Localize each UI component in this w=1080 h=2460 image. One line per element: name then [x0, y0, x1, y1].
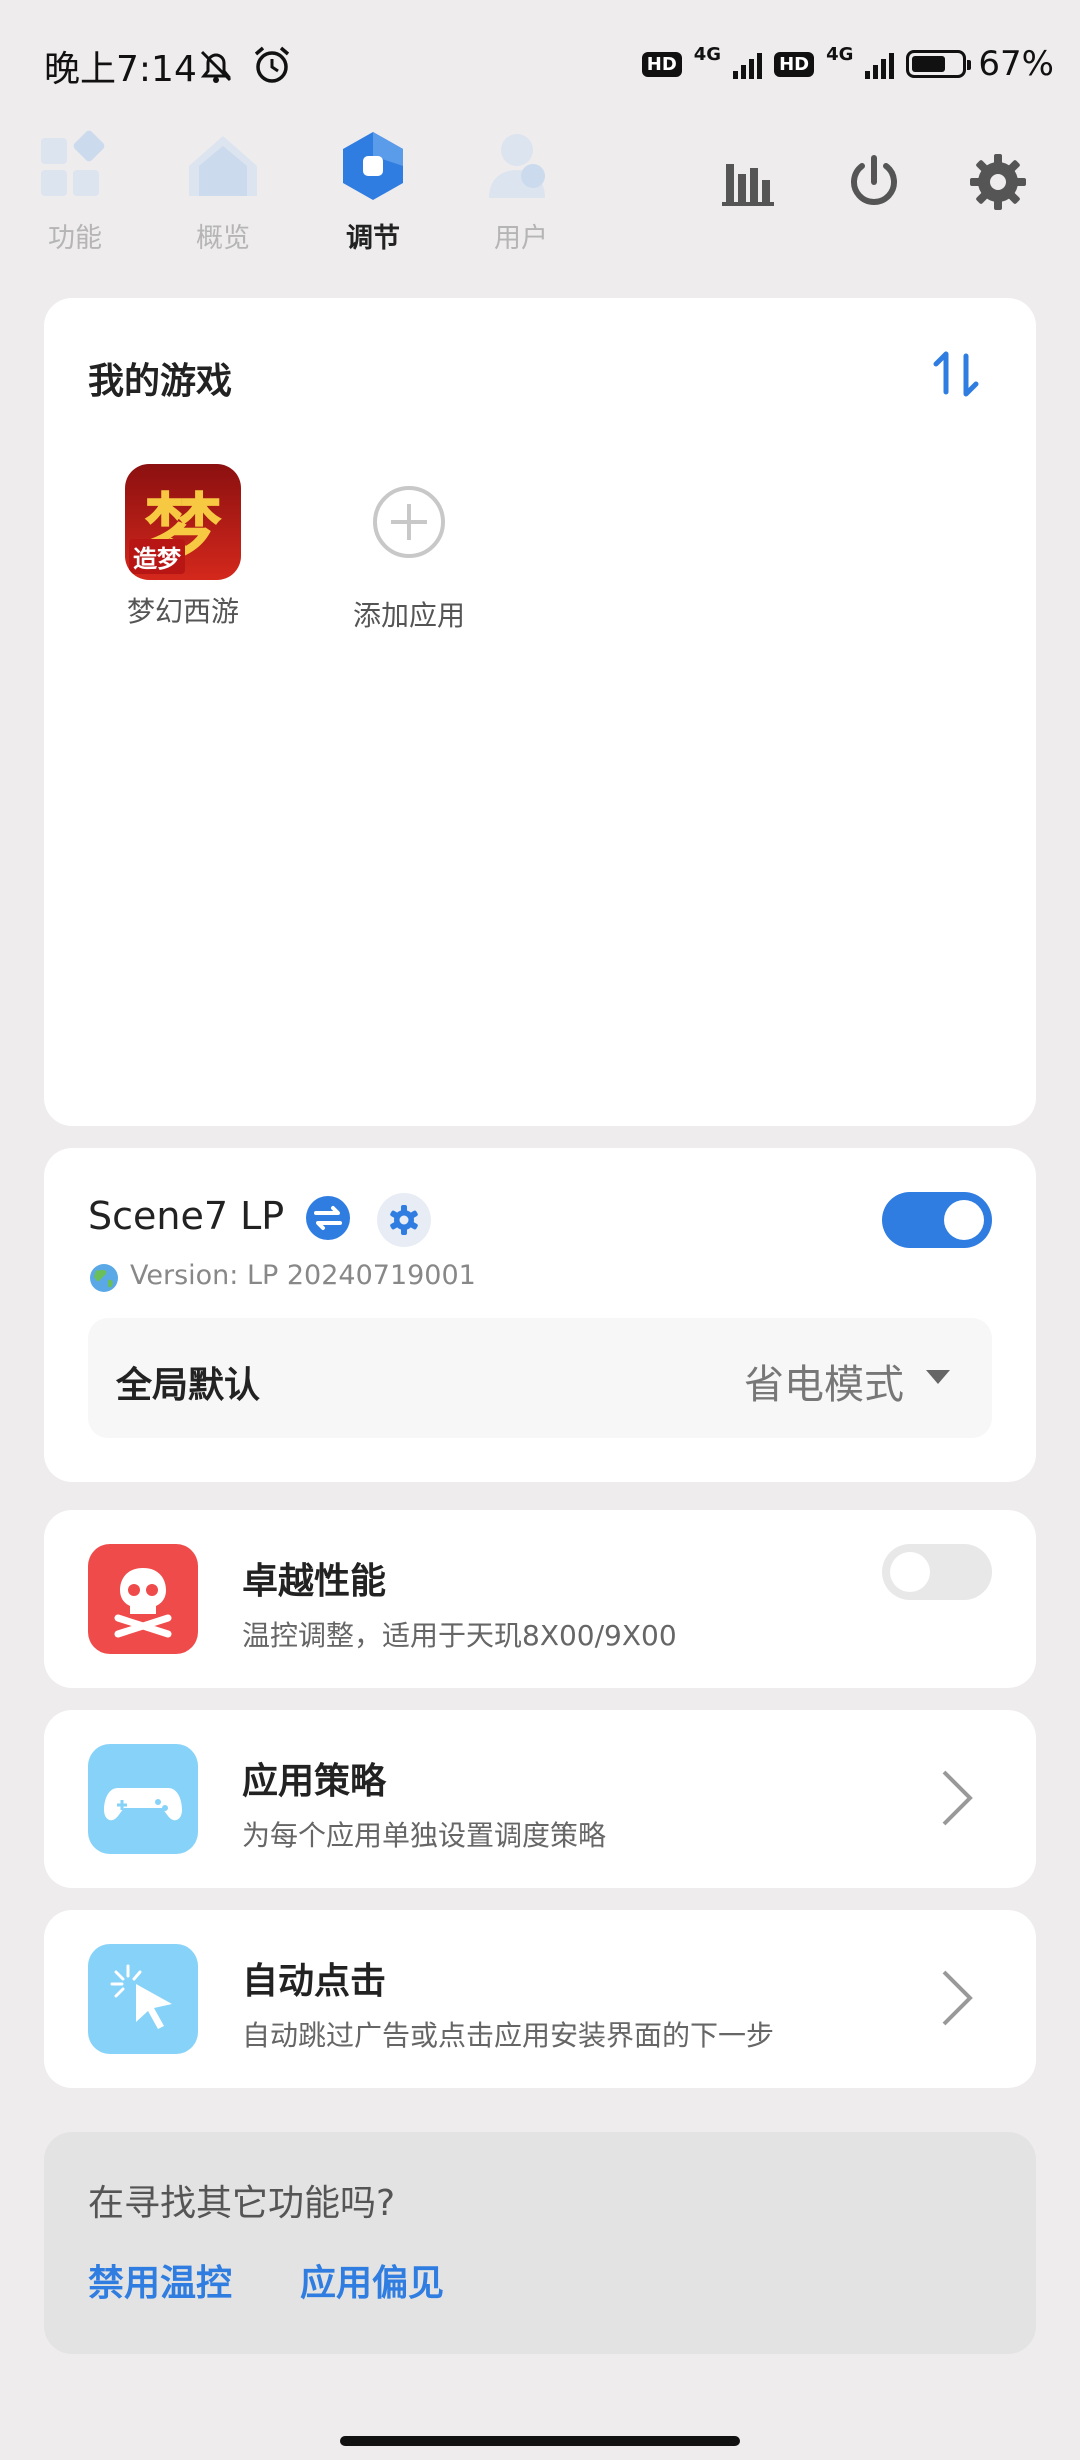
skull-icon — [88, 1544, 198, 1654]
app-policy-title: 应用策略 — [242, 1761, 387, 1802]
alarm-icon — [254, 46, 290, 83]
status-bar: 晚上7:14 HD 4G HD 4G 67% — [0, 0, 1080, 120]
auto-click-card[interactable]: 自动点击 自动跳过广告或点击应用安装界面的下一步 — [44, 1910, 1036, 2088]
network-type: 4G — [693, 43, 722, 65]
tab-label: 概览 — [196, 223, 250, 254]
tab-user[interactable]: 用户 — [466, 126, 576, 255]
add-circle-icon — [373, 486, 445, 558]
battery-icon — [906, 50, 972, 78]
gamepad-icon — [88, 1744, 198, 1854]
globe-icon — [90, 1264, 118, 1292]
hexagon-icon — [343, 132, 403, 200]
cursor-click-icon — [88, 1944, 198, 2054]
my-games-title: 我的游戏 — [88, 361, 233, 402]
add-app-label: 添加应用 — [352, 599, 465, 632]
home-icon — [189, 136, 257, 196]
scene-toggle[interactable] — [882, 1192, 992, 1248]
add-app-button[interactable]: 添加应用 — [344, 464, 474, 634]
settings-icon[interactable] — [376, 1192, 432, 1248]
tab-label: 调节 — [346, 223, 400, 254]
game-label: 梦幻西游 — [126, 595, 239, 628]
tab-label: 用户 — [494, 223, 548, 254]
status-time: 晚上7:14 — [44, 49, 197, 90]
game-app-icon: 梦 造梦 — [125, 464, 241, 580]
signal-icon — [733, 49, 763, 79]
more-features-card: 在寻找其它功能吗? 禁用温控 应用偏见 — [44, 2132, 1036, 2354]
caret-down-icon — [926, 1370, 950, 1384]
app-policy-card[interactable]: 应用策略 为每个应用单独设置调度策略 — [44, 1710, 1036, 1888]
scene-title: Scene7 LP — [88, 1194, 285, 1238]
tab-tuning[interactable]: 调节 — [318, 126, 428, 255]
my-games-card: 我的游戏 梦 造梦 梦幻西游 添加应用 — [44, 298, 1036, 1126]
mode-select[interactable]: 全局默认 省电模式 — [88, 1318, 992, 1438]
scene-card: Scene7 LP Version: LP 20240719001 全局默认 省… — [44, 1148, 1036, 1482]
bell-off-icon — [200, 50, 232, 83]
more-features-title: 在寻找其它功能吗? — [88, 2183, 396, 2224]
gear-icon[interactable] — [966, 150, 1030, 214]
performance-subtitle: 温控调整，适用于天玑8X00/9X00 — [242, 1619, 677, 1652]
auto-click-subtitle: 自动跳过广告或点击应用安装界面的下一步 — [242, 2019, 775, 2052]
hd-badge: HD — [641, 51, 682, 77]
grid-icon — [41, 130, 105, 196]
mode-value: 省电模式 — [744, 1362, 904, 1408]
app-bias-link[interactable]: 应用偏见 — [300, 2254, 444, 2306]
disable-thermal-link[interactable]: 禁用温控 — [88, 2254, 232, 2306]
tab-label: 功能 — [48, 223, 102, 254]
battery-percent: 67% — [978, 44, 1054, 84]
switch-icon[interactable] — [304, 1194, 352, 1242]
chevron-right-icon — [942, 1970, 973, 2026]
tab-function[interactable]: 功能 — [20, 126, 130, 255]
game-item[interactable]: 梦 造梦 梦幻西游 — [118, 464, 248, 630]
performance-title: 卓越性能 — [242, 1561, 387, 1602]
scene-version: Version: LP 20240719001 — [130, 1260, 476, 1291]
mode-label: 全局默认 — [116, 1365, 261, 1406]
power-icon[interactable] — [842, 150, 906, 214]
signal-icon — [865, 49, 895, 79]
user-icon — [489, 134, 545, 198]
app-policy-subtitle: 为每个应用单独设置调度策略 — [242, 1819, 607, 1852]
home-indicator[interactable] — [340, 2436, 740, 2446]
bar-chart-icon[interactable] — [718, 150, 782, 214]
sort-icon[interactable] — [932, 348, 980, 400]
network-type: 4G — [826, 43, 854, 65]
tab-overview[interactable]: 概览 — [168, 126, 278, 255]
hd-badge: HD — [774, 51, 815, 77]
auto-click-title: 自动点击 — [242, 1961, 387, 2002]
chevron-right-icon — [942, 1770, 973, 1826]
performance-card: 卓越性能 温控调整，适用于天玑8X00/9X00 — [44, 1510, 1036, 1688]
performance-toggle[interactable] — [882, 1544, 992, 1600]
